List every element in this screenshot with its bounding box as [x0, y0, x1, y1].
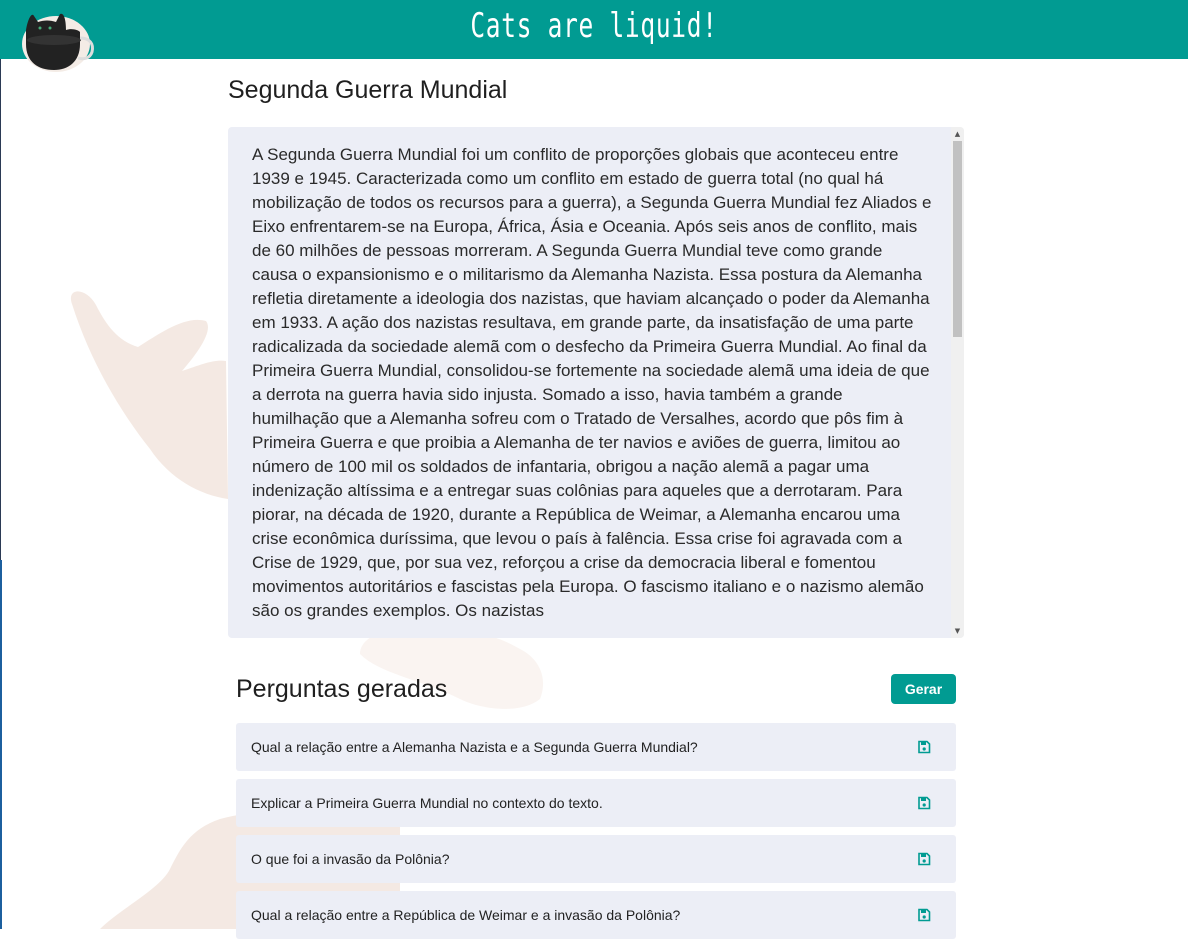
save-icon[interactable]: [917, 740, 931, 754]
question-text: Explicar a Primeira Guerra Mundial no co…: [251, 795, 603, 811]
generate-button[interactable]: Gerar: [891, 674, 956, 704]
question-item[interactable]: Qual a relação entre a República de Weim…: [236, 891, 956, 939]
question-item[interactable]: Explicar a Primeira Guerra Mundial no co…: [236, 779, 956, 827]
page-title: Segunda Guerra Mundial: [228, 76, 508, 104]
questions-title: Perguntas geradas: [236, 675, 448, 703]
question-item[interactable]: Qual a relação entre a Alemanha Nazista …: [236, 723, 956, 771]
source-text: A Segunda Guerra Mundial foi um conflito…: [252, 145, 932, 620]
cat-in-cup-logo[interactable]: [20, 8, 96, 74]
top-navbar: Cats are liquid!: [0, 0, 1188, 59]
save-icon[interactable]: [917, 796, 931, 810]
scroll-thumb[interactable]: [953, 141, 962, 337]
question-item[interactable]: O que foi a invasão da Polônia?: [236, 835, 956, 883]
text-scrollbar[interactable]: ▲ ▼: [951, 127, 964, 638]
question-text: O que foi a invasão da Polônia?: [251, 851, 450, 867]
scroll-down-arrow-icon[interactable]: ▼: [951, 624, 964, 638]
questions-header: Perguntas geradas Gerar: [236, 671, 956, 707]
question-text: Qual a relação entre a Alemanha Nazista …: [251, 739, 698, 755]
brand-title: Cats are liquid!: [470, 6, 718, 46]
save-icon[interactable]: [917, 908, 931, 922]
question-list: Qual a relação entre a Alemanha Nazista …: [236, 723, 956, 947]
save-icon[interactable]: [917, 852, 931, 866]
source-text-box[interactable]: A Segunda Guerra Mundial foi um conflito…: [228, 127, 964, 638]
scroll-up-arrow-icon[interactable]: ▲: [951, 127, 964, 141]
question-text: Qual a relação entre a República de Weim…: [251, 907, 681, 923]
